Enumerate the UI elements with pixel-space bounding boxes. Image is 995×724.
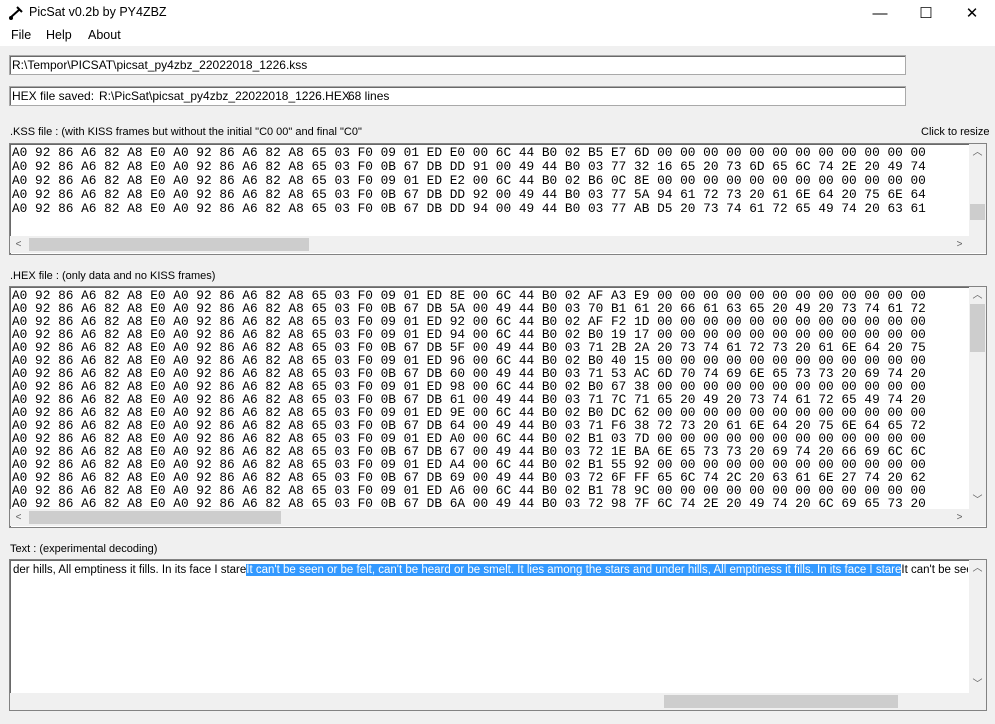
hex-saved-status: HEX file saved: R:\PicSat\picsat_py4zbz_2… (9, 86, 906, 106)
scroll-down-icon[interactable]: ﹀ (969, 492, 986, 509)
scroll-thumb[interactable] (29, 238, 309, 251)
scroll-right-icon[interactable]: > (951, 236, 968, 253)
scroll-thumb[interactable] (970, 204, 985, 220)
kss-rows: A0 92 86 A6 82 A8 E0 A0 92 86 A6 82 A8 6… (12, 146, 926, 216)
text-vertical-scrollbar[interactable]: ︿ ﹀ (969, 560, 986, 693)
hex-horizontal-scrollbar[interactable]: < > (10, 509, 986, 526)
menu-file[interactable]: File (11, 28, 31, 42)
kss-horizontal-scrollbar[interactable]: < > (10, 236, 986, 253)
scroll-left-icon[interactable]: < (10, 236, 27, 253)
scroll-up-icon[interactable]: ︿ (969, 287, 986, 304)
window-title: PicSat v0.2b by PY4ZBZ (29, 5, 167, 19)
hex-line-count: 68 lines (348, 89, 390, 103)
text-horizontal-scrollbar[interactable] (10, 693, 986, 710)
kss-row: A0 92 86 A6 82 A8 E0 A0 92 86 A6 82 A8 6… (12, 187, 926, 202)
kss-label: .KSS file : (with KISS frames but withou… (10, 126, 362, 138)
scroll-thumb[interactable] (970, 304, 985, 352)
decoded-text-area[interactable]: der hills, All emptiness it fills. In it… (9, 559, 987, 711)
hex-saved-path: R:\PicSat\picsat_py4zbz_22022018_1226.HE… (99, 89, 350, 103)
scroll-up-icon[interactable]: ︿ (969, 560, 986, 577)
scroll-thumb[interactable] (664, 695, 898, 708)
kss-row: A0 92 86 A6 82 A8 E0 A0 92 86 A6 82 A8 6… (12, 159, 926, 174)
text-selection: It can't be seen or be felt, can't be he… (246, 564, 902, 576)
hex-textarea[interactable]: A0 92 86 A6 82 A8 E0 A0 92 86 A6 82 A8 6… (9, 286, 987, 528)
scroll-down-icon[interactable]: ﹀ (969, 676, 986, 693)
kss-textarea[interactable]: A0 92 86 A6 82 A8 E0 A0 92 86 A6 82 A8 6… (9, 143, 987, 255)
decoded-text: der hills, All emptiness it fills. In it… (13, 562, 968, 578)
kss-row: A0 92 86 A6 82 A8 E0 A0 92 86 A6 82 A8 6… (12, 173, 926, 188)
maximize-button[interactable]: ☐ (903, 0, 949, 26)
menu-bar: File Help About (0, 26, 995, 46)
menu-about[interactable]: About (88, 28, 121, 42)
scroll-thumb[interactable] (29, 511, 281, 524)
scroll-up-icon[interactable]: ︿ (969, 144, 986, 161)
kss-vertical-scrollbar[interactable]: ︿ (969, 144, 986, 236)
scroll-left-icon[interactable]: < (10, 509, 27, 526)
title-bar: PicSat v0.2b by PY4ZBZ — ☐ ✕ (0, 0, 995, 26)
hex-saved-label: HEX file saved: (12, 89, 95, 103)
satellite-icon (9, 6, 23, 20)
kss-row: A0 92 86 A6 82 A8 E0 A0 92 86 A6 82 A8 6… (12, 145, 926, 160)
scroll-right-icon[interactable]: > (951, 509, 968, 526)
kss-row: A0 92 86 A6 82 A8 E0 A0 92 86 A6 82 A8 6… (12, 201, 926, 216)
text-after: It can't be seen ore smelt. It l (901, 564, 968, 576)
minimize-button[interactable]: — (857, 0, 903, 26)
hex-rows: A0 92 86 A6 82 A8 E0 A0 92 86 A6 82 A8 6… (12, 289, 926, 510)
close-button[interactable]: ✕ (949, 0, 995, 26)
hex-vertical-scrollbar[interactable]: ︿ ﹀ (969, 287, 986, 509)
text-before: der hills, All emptiness it fills. In it… (13, 564, 247, 576)
click-to-resize[interactable]: Click to resize (921, 126, 989, 138)
hex-label: .HEX file : (only data and no KISS frame… (10, 270, 216, 282)
menu-help[interactable]: Help (46, 28, 72, 42)
kss-path-field[interactable]: R:\Tempor\PICSAT\picsat_py4zbz_22022018_… (9, 55, 906, 75)
text-label: Text : (experimental decoding) (10, 543, 158, 555)
